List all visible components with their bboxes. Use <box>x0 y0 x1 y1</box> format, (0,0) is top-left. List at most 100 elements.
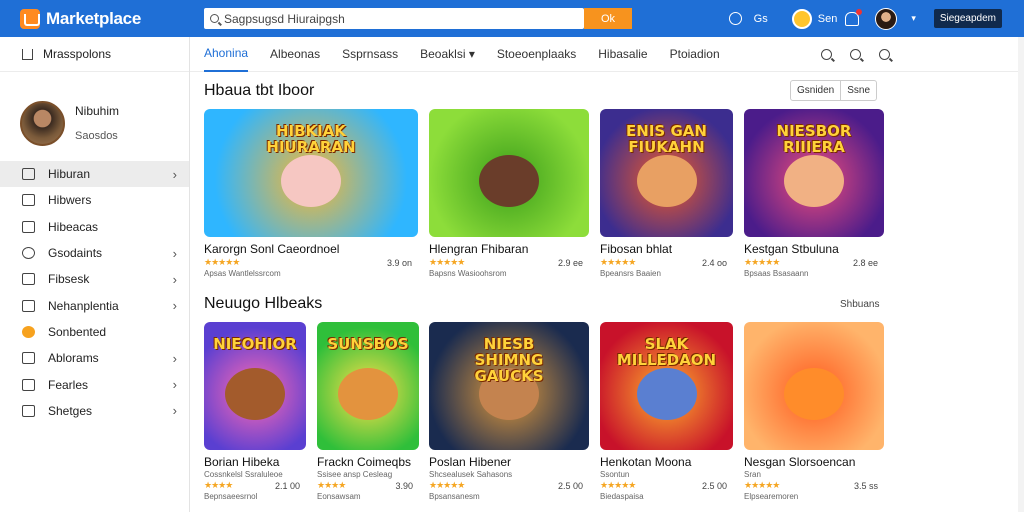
section-title: Hbaua tbt Iboor <box>204 82 315 99</box>
seller-name[interactable]: Bepnsaeesrnol <box>204 492 306 501</box>
link-icon <box>22 404 35 417</box>
search-icon[interactable] <box>850 48 861 60</box>
filter-option[interactable]: Ssne <box>840 81 876 100</box>
chevron-down-icon[interactable]: ▾ <box>911 13 916 24</box>
scrollbar[interactable] <box>1018 37 1024 512</box>
card-icon <box>22 299 35 312</box>
search-icon[interactable] <box>821 48 832 60</box>
product-thumbnail[interactable]: NIEOHIOR <box>204 322 306 450</box>
product-card[interactable]: NIESB SHIMNG GAUCKS Poslan Hibener Shcseal… <box>429 322 589 501</box>
product-card[interactable]: ENIS GAN FIUKAHN Fibosan bhlat ★★★★★ 2.4 oo… <box>600 109 733 278</box>
seller-name[interactable]: Elpsearemoren <box>744 492 884 501</box>
filter-option[interactable]: Gsniden <box>791 81 840 100</box>
seller-name[interactable]: Biedaspaisa <box>600 492 733 501</box>
product-thumbnail[interactable]: SLAK MILLEDAON <box>600 322 733 450</box>
product-thumbnail[interactable]: NIESBOR RIIIERA <box>744 109 884 237</box>
search-icon[interactable] <box>879 48 890 60</box>
notification-dot <box>856 8 863 15</box>
product-card[interactable]: HIBKIAK HIURARAN Karorgn Sonl Caeordnoel ★… <box>204 109 418 278</box>
seller-name[interactable]: Eonsawsam <box>317 492 419 501</box>
tab[interactable]: Albeonas <box>270 37 320 72</box>
seller-name[interactable]: Bpeansrs Baaien <box>600 269 733 278</box>
product-card[interactable]: Nesgan Slorsoencan Sran ★★★★★ 3.5 ss Elpsear… <box>744 322 884 501</box>
product-title[interactable]: Hlengran Fhibaran <box>429 242 589 256</box>
globe-icon[interactable] <box>728 12 742 25</box>
product-title[interactable]: Henkotan Moona <box>600 455 733 469</box>
tab[interactable]: Beoaklsi ▾ <box>420 37 475 72</box>
product-thumbnail[interactable]: ENIS GAN FIUKAHN <box>600 109 733 237</box>
sidebar-item-label: Shetges <box>48 403 93 418</box>
sidebar-header[interactable]: Mrasspolons <box>0 37 189 72</box>
sidebar-item-label: Hiburan <box>48 167 91 182</box>
language-selector[interactable]: Gs <box>754 13 768 25</box>
star-rating: ★★★★★ <box>204 257 240 267</box>
product-title[interactable]: Frackn Coimeqbs <box>317 455 419 469</box>
sidebar-item-label: Hibeacas <box>48 219 99 234</box>
top-bar: Marketplace Ok Gs Sen ▾ Siegeapdem <box>0 0 1024 37</box>
sidebar-item[interactable]: Fibsesk › <box>0 266 189 292</box>
price-label: 3.9 on <box>386 257 412 268</box>
avatar[interactable] <box>875 7 898 30</box>
category-tabs: Ahonina Albeonas Ssprnsass Beoaklsi ▾ Stoeoe… <box>190 37 1024 72</box>
character-illustration <box>784 367 844 420</box>
product-title[interactable]: Poslan Hibener <box>429 455 589 469</box>
product-card[interactable]: NIEOHIOR Borian Hibeka Cossnkelsl Ssralule… <box>204 322 306 501</box>
product-title[interactable]: Fibosan bhlat <box>600 242 733 256</box>
search-button[interactable]: Ok <box>584 8 632 29</box>
seller-name[interactable]: Bpsansanesm <box>429 492 589 501</box>
rating-row: ★★★★★ 2.8 ee <box>744 257 884 268</box>
sign-in-button[interactable]: Siegeapdem <box>933 9 1002 28</box>
sidebar-item[interactable]: Hibeacas <box>0 214 189 240</box>
logo[interactable]: Marketplace <box>20 8 200 29</box>
bell-icon[interactable] <box>845 8 863 26</box>
sidebar-item[interactable]: Fearles › <box>0 371 189 397</box>
sidebar-item[interactable]: Nehanplentia › <box>0 292 189 318</box>
product-title[interactable]: Kestgan Stbuluna <box>744 242 884 256</box>
product-title[interactable]: Borian Hibeka <box>204 455 306 469</box>
product-card[interactable]: SLAK MILLEDAON Henkotan Moona Ssontun ★★★★★… <box>600 322 733 501</box>
sidebar-item-label: Ablorams <box>48 351 99 366</box>
top-actions: Gs Sen ▾ Siegeapdem <box>728 7 1002 30</box>
thumbnail-banner: SLAK MILLEDAON <box>616 335 717 370</box>
seller-name[interactable]: Bpsaas Bsasaann <box>744 269 884 278</box>
product-title[interactable]: Nesgan Slorsoencan <box>744 455 884 469</box>
profile-card[interactable]: Nibuhim Saosdos <box>0 72 189 164</box>
compass-icon <box>22 247 35 260</box>
tab[interactable]: Ptoiadion <box>670 37 720 72</box>
tab[interactable]: Ssprnsass <box>342 37 398 72</box>
sidebar-item[interactable]: Hiburan › <box>0 161 189 188</box>
search-input[interactable] <box>224 11 564 26</box>
sidebar-item[interactable]: Shetges › <box>0 398 189 424</box>
user-label[interactable]: Sen <box>818 13 838 25</box>
sidebar-item[interactable]: Hibwers <box>0 187 189 213</box>
product-card[interactable]: SUNSBOS Frackn Coimeqbs Ssisee ansp Ceslea… <box>317 322 419 501</box>
sidebar-item[interactable]: Sonbented <box>0 319 189 345</box>
see-all-link[interactable]: Shbuans <box>840 299 879 310</box>
sidebar: Mrasspolons Nibuhim Saosdos Hiburan › Hibw… <box>0 37 190 512</box>
product-card[interactable]: Hlengran Fhibaran ★★★★★ 2.9 ee Bapsns Wasio… <box>429 109 589 278</box>
product-thumbnail[interactable]: SUNSBOS <box>317 322 419 450</box>
product-thumbnail[interactable]: NIESB SHIMNG GAUCKS <box>429 322 589 450</box>
product-card[interactable]: NIESBOR RIIIERA Kestgan Stbuluna ★★★★★ 2.8 … <box>744 109 884 278</box>
coin-icon[interactable] <box>791 8 812 29</box>
product-title[interactable]: Karorgn Sonl Caeordnoel <box>204 242 418 256</box>
product-thumbnail[interactable] <box>744 322 884 450</box>
seller-name[interactable]: Apsas Wantlelssrcom <box>204 269 418 278</box>
sidebar-nav: Hiburan › Hibwers Hibeacas Gsodaints › Fibsesk… <box>0 161 189 424</box>
sidebar-item-label: Hibwers <box>48 193 92 208</box>
product-subtitle: Ssisee ansp Cesleag <box>317 470 393 479</box>
chevron-right-icon: › <box>172 298 177 314</box>
price-label: 2.8 ee <box>852 257 878 268</box>
sidebar-item[interactable]: Gsodaints › <box>0 240 189 266</box>
profile-name: Nibuhim <box>75 104 120 118</box>
tab[interactable]: Stoeoenplaaks <box>497 37 576 72</box>
tab[interactable]: Hibasalie <box>598 37 647 72</box>
sidebar-item[interactable]: Ablorams › <box>0 345 189 371</box>
seller-name[interactable]: Bapsns Wasioohsrom <box>429 269 589 278</box>
product-subtitle: Shcsealusek Sahasons <box>429 470 513 479</box>
product-thumbnail[interactable] <box>429 109 589 237</box>
product-thumbnail[interactable]: HIBKIAK HIURARAN <box>204 109 418 237</box>
product-subtitle: Ssontun <box>600 470 630 479</box>
character-illustration <box>784 154 844 207</box>
tab[interactable]: Ahonina <box>204 37 249 72</box>
